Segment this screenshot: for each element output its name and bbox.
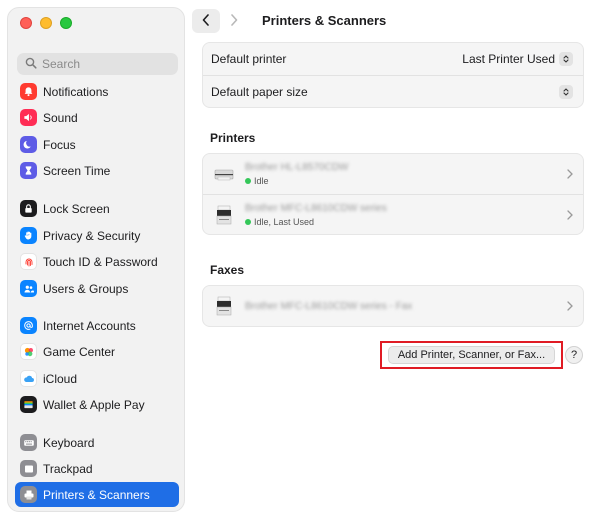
minimize-window-button[interactable] [40, 17, 52, 29]
fingerprint-icon [20, 253, 37, 270]
sidebar: Notifications Sound Focus [7, 7, 185, 512]
users-icon [20, 280, 37, 297]
chevron-right-icon [567, 168, 573, 182]
printer-status: Idle, Last Used [245, 217, 387, 227]
default-printer-label: Default printer [211, 52, 287, 66]
lock-icon [20, 200, 37, 217]
hand-icon [20, 227, 37, 244]
sidebar-item-notifications[interactable]: Notifications [15, 79, 179, 104]
fax-list-item[interactable]: Brother MFC-L8610CDW series - Fax [203, 286, 583, 326]
chevron-left-icon [202, 13, 210, 29]
sidebar-item-label: Screen Time [43, 163, 111, 178]
sidebar-item-label: Keyboard [43, 435, 95, 450]
status-idle-dot-icon [245, 178, 251, 184]
fax-name: Brother MFC-L8610CDW series - Fax [245, 300, 413, 312]
sidebar-item-privacy-security[interactable]: Privacy & Security [15, 223, 179, 248]
sidebar-item-label: Notifications [43, 84, 109, 99]
defaults-card: Default printer Last Printer Used Defaul… [202, 42, 584, 108]
hourglass-icon [20, 162, 37, 179]
default-paper-row[interactable]: Default paper size [203, 75, 583, 107]
cloud-icon [20, 370, 37, 387]
chevron-right-icon [567, 300, 573, 314]
add-button-highlight: Add Printer, Scanner, or Fax... [380, 341, 563, 369]
add-printer-scanner-fax-button[interactable]: Add Printer, Scanner, or Fax... [388, 346, 555, 364]
sidebar-item-wallet-apple-pay[interactable]: Wallet & Apple Pay [15, 392, 179, 417]
history-nav [192, 9, 250, 33]
sidebar-item-label: Internet Accounts [43, 318, 136, 333]
sidebar-item-screen-time[interactable]: Screen Time [15, 158, 179, 183]
sidebar-item-touch-id-password[interactable]: Touch ID & Password [15, 249, 179, 274]
sidebar-item-label: Focus [43, 137, 76, 152]
chevron-right-icon [567, 209, 573, 223]
sidebar-item-keyboard[interactable]: Keyboard [15, 430, 179, 455]
sidebar-item-trackpad[interactable]: Trackpad [15, 456, 179, 481]
printer-icon [20, 486, 37, 503]
sidebar-item-label: Privacy & Security [43, 228, 141, 243]
window-controls [20, 17, 72, 29]
default-printer-value[interactable]: Last Printer Used [462, 52, 555, 66]
help-button[interactable]: ? [565, 346, 583, 364]
chevron-right-icon [230, 13, 238, 29]
sidebar-item-label: Touch ID & Password [43, 254, 158, 269]
speaker-icon [20, 109, 37, 126]
moon-icon [20, 136, 37, 153]
at-icon [20, 317, 37, 334]
sidebar-item-label: Trackpad [43, 461, 93, 476]
close-window-button[interactable] [20, 17, 32, 29]
multifunction-printer-icon [213, 204, 235, 226]
sidebar-item-label: Printers & Scanners [43, 487, 150, 502]
keyboard-icon [20, 434, 37, 451]
sidebar-item-label: iCloud [43, 371, 78, 386]
default-printer-row[interactable]: Default printer Last Printer Used [203, 43, 583, 75]
sidebar-item-game-center[interactable]: Game Center [15, 339, 179, 364]
sidebar-item-lock-screen[interactable]: Lock Screen [15, 196, 179, 221]
trackpad-icon [20, 460, 37, 477]
printer-status: Idle [245, 176, 348, 186]
printer-list-item[interactable]: Brother HL-L8570CDW Idle [203, 154, 583, 194]
sidebar-item-sound[interactable]: Sound [15, 105, 179, 130]
toolbar: Printers & Scanners [192, 7, 592, 37]
sidebar-item-label: Lock Screen [43, 201, 110, 216]
default-paper-label: Default paper size [211, 84, 308, 99]
bell-icon [20, 83, 37, 100]
printer-name: Brother MFC-L8610CDW series [245, 202, 387, 214]
search-field[interactable] [17, 53, 178, 75]
faxes-card: Brother MFC-L8610CDW series - Fax [202, 285, 584, 327]
printer-name: Brother HL-L8570CDW [245, 162, 349, 173]
printer-list-item[interactable]: Brother MFC-L8610CDW series Idle, Last U… [203, 194, 583, 234]
search-input[interactable] [42, 57, 172, 71]
popup-stepper-icon[interactable] [559, 85, 573, 99]
status-idle-dot-icon [245, 218, 251, 225]
sidebar-item-focus[interactable]: Focus [15, 132, 179, 157]
sidebar-item-label: Sound [43, 110, 78, 125]
sidebar-item-label: Wallet & Apple Pay [43, 397, 145, 412]
sidebar-item-label: Game Center [43, 344, 116, 359]
sidebar-item-internet-accounts[interactable]: Internet Accounts [15, 313, 179, 338]
printers-section-title: Printers [210, 131, 256, 145]
printer-status-text: Idle [254, 176, 269, 186]
sidebar-item-icloud[interactable]: iCloud [15, 366, 179, 391]
page-title: Printers & Scanners [262, 13, 387, 28]
settings-window: Notifications Sound Focus [0, 0, 600, 519]
printer-status-text: Idle, Last Used [254, 216, 315, 227]
zoom-window-button[interactable] [60, 17, 72, 29]
fax-machine-icon [213, 295, 235, 317]
sidebar-item-printers-scanners[interactable]: Printers & Scanners [15, 482, 179, 507]
game-center-icon [20, 343, 37, 360]
printers-card: Brother HL-L8570CDW Idle Brother MFC-L86… [202, 153, 584, 235]
faxes-section-title: Faxes [210, 263, 245, 277]
sidebar-item-label: Users & Groups [43, 281, 129, 296]
laser-printer-icon [213, 163, 235, 185]
wallet-icon [20, 396, 37, 413]
popup-stepper-icon[interactable] [559, 52, 573, 66]
sidebar-item-users-groups[interactable]: Users & Groups [15, 276, 179, 301]
search-icon [25, 57, 37, 72]
forward-button[interactable] [220, 9, 248, 33]
back-button[interactable] [192, 9, 220, 33]
